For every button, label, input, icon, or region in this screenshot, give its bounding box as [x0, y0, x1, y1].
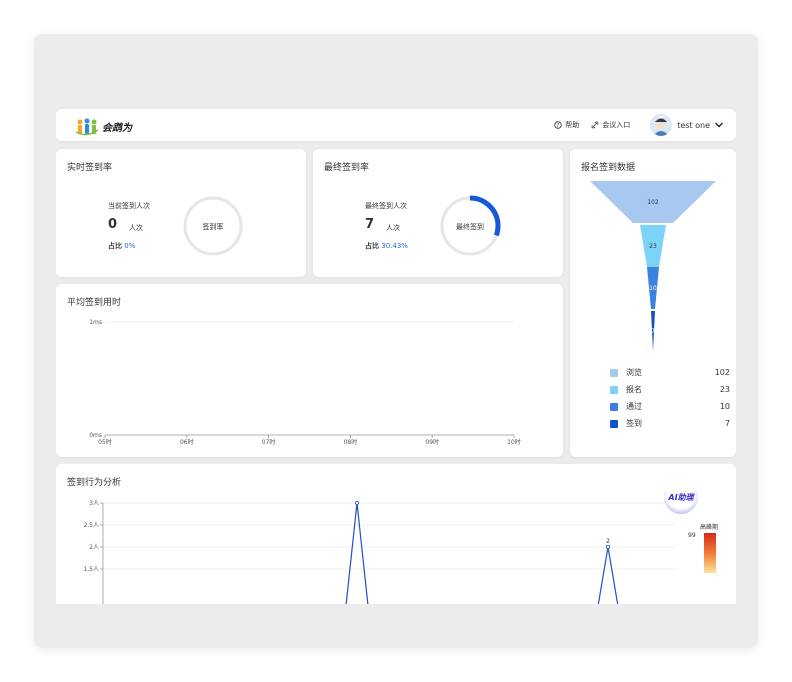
final-unit: 人次	[386, 224, 400, 232]
user-avatar-icon	[653, 116, 670, 136]
final-count-label: 最终签到人次	[365, 202, 407, 210]
x-tick-label: 09时	[425, 438, 439, 446]
legend-name: 签到	[626, 419, 642, 428]
data-label: 2	[606, 538, 610, 545]
behavior-chart: 3人 2.5人 2人 1.5人 2	[83, 500, 676, 604]
legend-swatch	[610, 419, 618, 428]
legend-value: 10	[719, 402, 730, 411]
legend-swatch	[610, 402, 618, 411]
ratio-label: 占比	[365, 242, 379, 250]
data-point[interactable]	[606, 545, 611, 550]
x-tick-label: 05时	[98, 438, 112, 446]
legend-swatch	[610, 368, 618, 377]
avatar[interactable]	[650, 114, 673, 136]
legend-name: 通过	[626, 402, 642, 411]
y-tick-label: 1ms	[89, 319, 102, 326]
card-title: 最终签到率	[324, 163, 370, 173]
peak-label: 高峰期	[700, 524, 719, 531]
card-title: 实时签到率	[67, 163, 113, 173]
y-tick-label: 2人	[89, 544, 99, 551]
realtime-unit: 人次	[129, 224, 143, 232]
behavior-card: 签到行为分析 3人 2.5人 2人 1.5人 2 AI助理 高峰期 99	[56, 464, 736, 604]
x-tick-label: 07时	[262, 438, 276, 446]
link-icon	[591, 121, 599, 129]
ratio-value: 30.43%	[381, 242, 408, 250]
top-header: 会鹉为 ? 帮助 会议入口 test one	[56, 109, 736, 141]
realtime-count: 0	[108, 217, 118, 232]
x-tick-label: 06时	[180, 438, 194, 446]
data-point[interactable]	[354, 501, 359, 506]
legend-value: 7	[724, 419, 730, 428]
ring-label: 最终签到	[456, 223, 484, 231]
ai-badge-label: AI助理	[668, 492, 694, 502]
funnel-chart: 102 23 10 7	[590, 181, 716, 351]
y-tick-label: 3人	[89, 500, 99, 507]
peak-value: 99	[688, 532, 696, 539]
realtime-count-label: 当前签到人次	[108, 202, 150, 210]
funnel-card: 报名签到数据 102 23 10 7 浏览 102 报名 23 通过 10 签到 7	[570, 149, 736, 457]
page-frame: 会鹉为 ? 帮助 会议入口 test one 实时签到率 当前签到人次 0 人次…	[34, 34, 758, 648]
dashboard: 会鹉为 ? 帮助 会议入口 test one 实时签到率 当前签到人次 0 人次…	[56, 109, 736, 604]
legend-swatch	[610, 385, 618, 394]
chevron-down-icon[interactable]	[714, 121, 724, 129]
svg-text:?: ?	[557, 123, 560, 129]
ai-assistant-button[interactable]: AI助理	[664, 480, 698, 514]
avgtime-card: 平均签到用时 1ms 0ms 05时 06时 07时 08时 09时 10时	[56, 284, 563, 457]
y-tick-label: 2.5人	[83, 522, 99, 529]
legend-item[interactable]: 报名 23	[610, 384, 730, 395]
legend-name: 报名	[626, 385, 642, 394]
help-label: 帮助	[565, 121, 580, 129]
legend-item[interactable]: 浏览 102	[610, 367, 730, 378]
legend-item[interactable]: 签到 7	[610, 418, 730, 429]
series-line	[597, 546, 619, 604]
funnel-value-label: 23	[649, 243, 657, 250]
final-card: 最终签到率 最终签到人次 7 人次 占比 30.43% 最终签到	[313, 149, 563, 277]
x-tick-label: 08时	[344, 438, 358, 446]
meeting-entry-link[interactable]: 会议入口	[591, 120, 630, 130]
legend-value: 23	[719, 385, 730, 394]
y-tick-label: 0ms	[89, 432, 102, 439]
legend-item[interactable]: 通过 10	[610, 401, 730, 412]
funnel-value-label: 7	[651, 328, 655, 335]
x-tick-label: 10时	[507, 438, 521, 446]
legend-name: 浏览	[626, 368, 642, 377]
y-tick-label: 1.5人	[83, 566, 99, 573]
card-title: 报名签到数据	[581, 163, 636, 173]
funnel-value-label: 10	[649, 285, 657, 292]
meeting-entry-label: 会议入口	[602, 121, 631, 129]
final-count: 7	[365, 217, 375, 232]
legend-value: 102	[714, 368, 730, 377]
realtime-ratio: 占比 0%	[108, 241, 135, 251]
ratio-label: 占比	[108, 242, 122, 250]
ring-label: 签到率	[202, 223, 224, 231]
help-icon: ?	[554, 121, 562, 129]
help-link[interactable]: ? 帮助	[554, 120, 579, 130]
peak-gradient-bar	[704, 533, 716, 573]
header-actions: ? 帮助 会议入口 test one	[554, 109, 736, 141]
funnel-value-label: 102	[647, 199, 659, 206]
final-ratio: 占比 30.43%	[365, 241, 408, 251]
username[interactable]: test one	[677, 121, 710, 130]
app-logo[interactable]: 会鹉为	[74, 116, 134, 136]
series-line	[345, 502, 369, 604]
logo-text: 会鹉为	[102, 123, 132, 134]
realtime-card: 实时签到率 当前签到人次 0 人次 占比 0% 签到率	[56, 149, 306, 277]
avgtime-chart: 1ms 0ms05时 06时 07时 08时 09时 10时	[89, 319, 521, 446]
ratio-value: 0%	[124, 242, 136, 250]
